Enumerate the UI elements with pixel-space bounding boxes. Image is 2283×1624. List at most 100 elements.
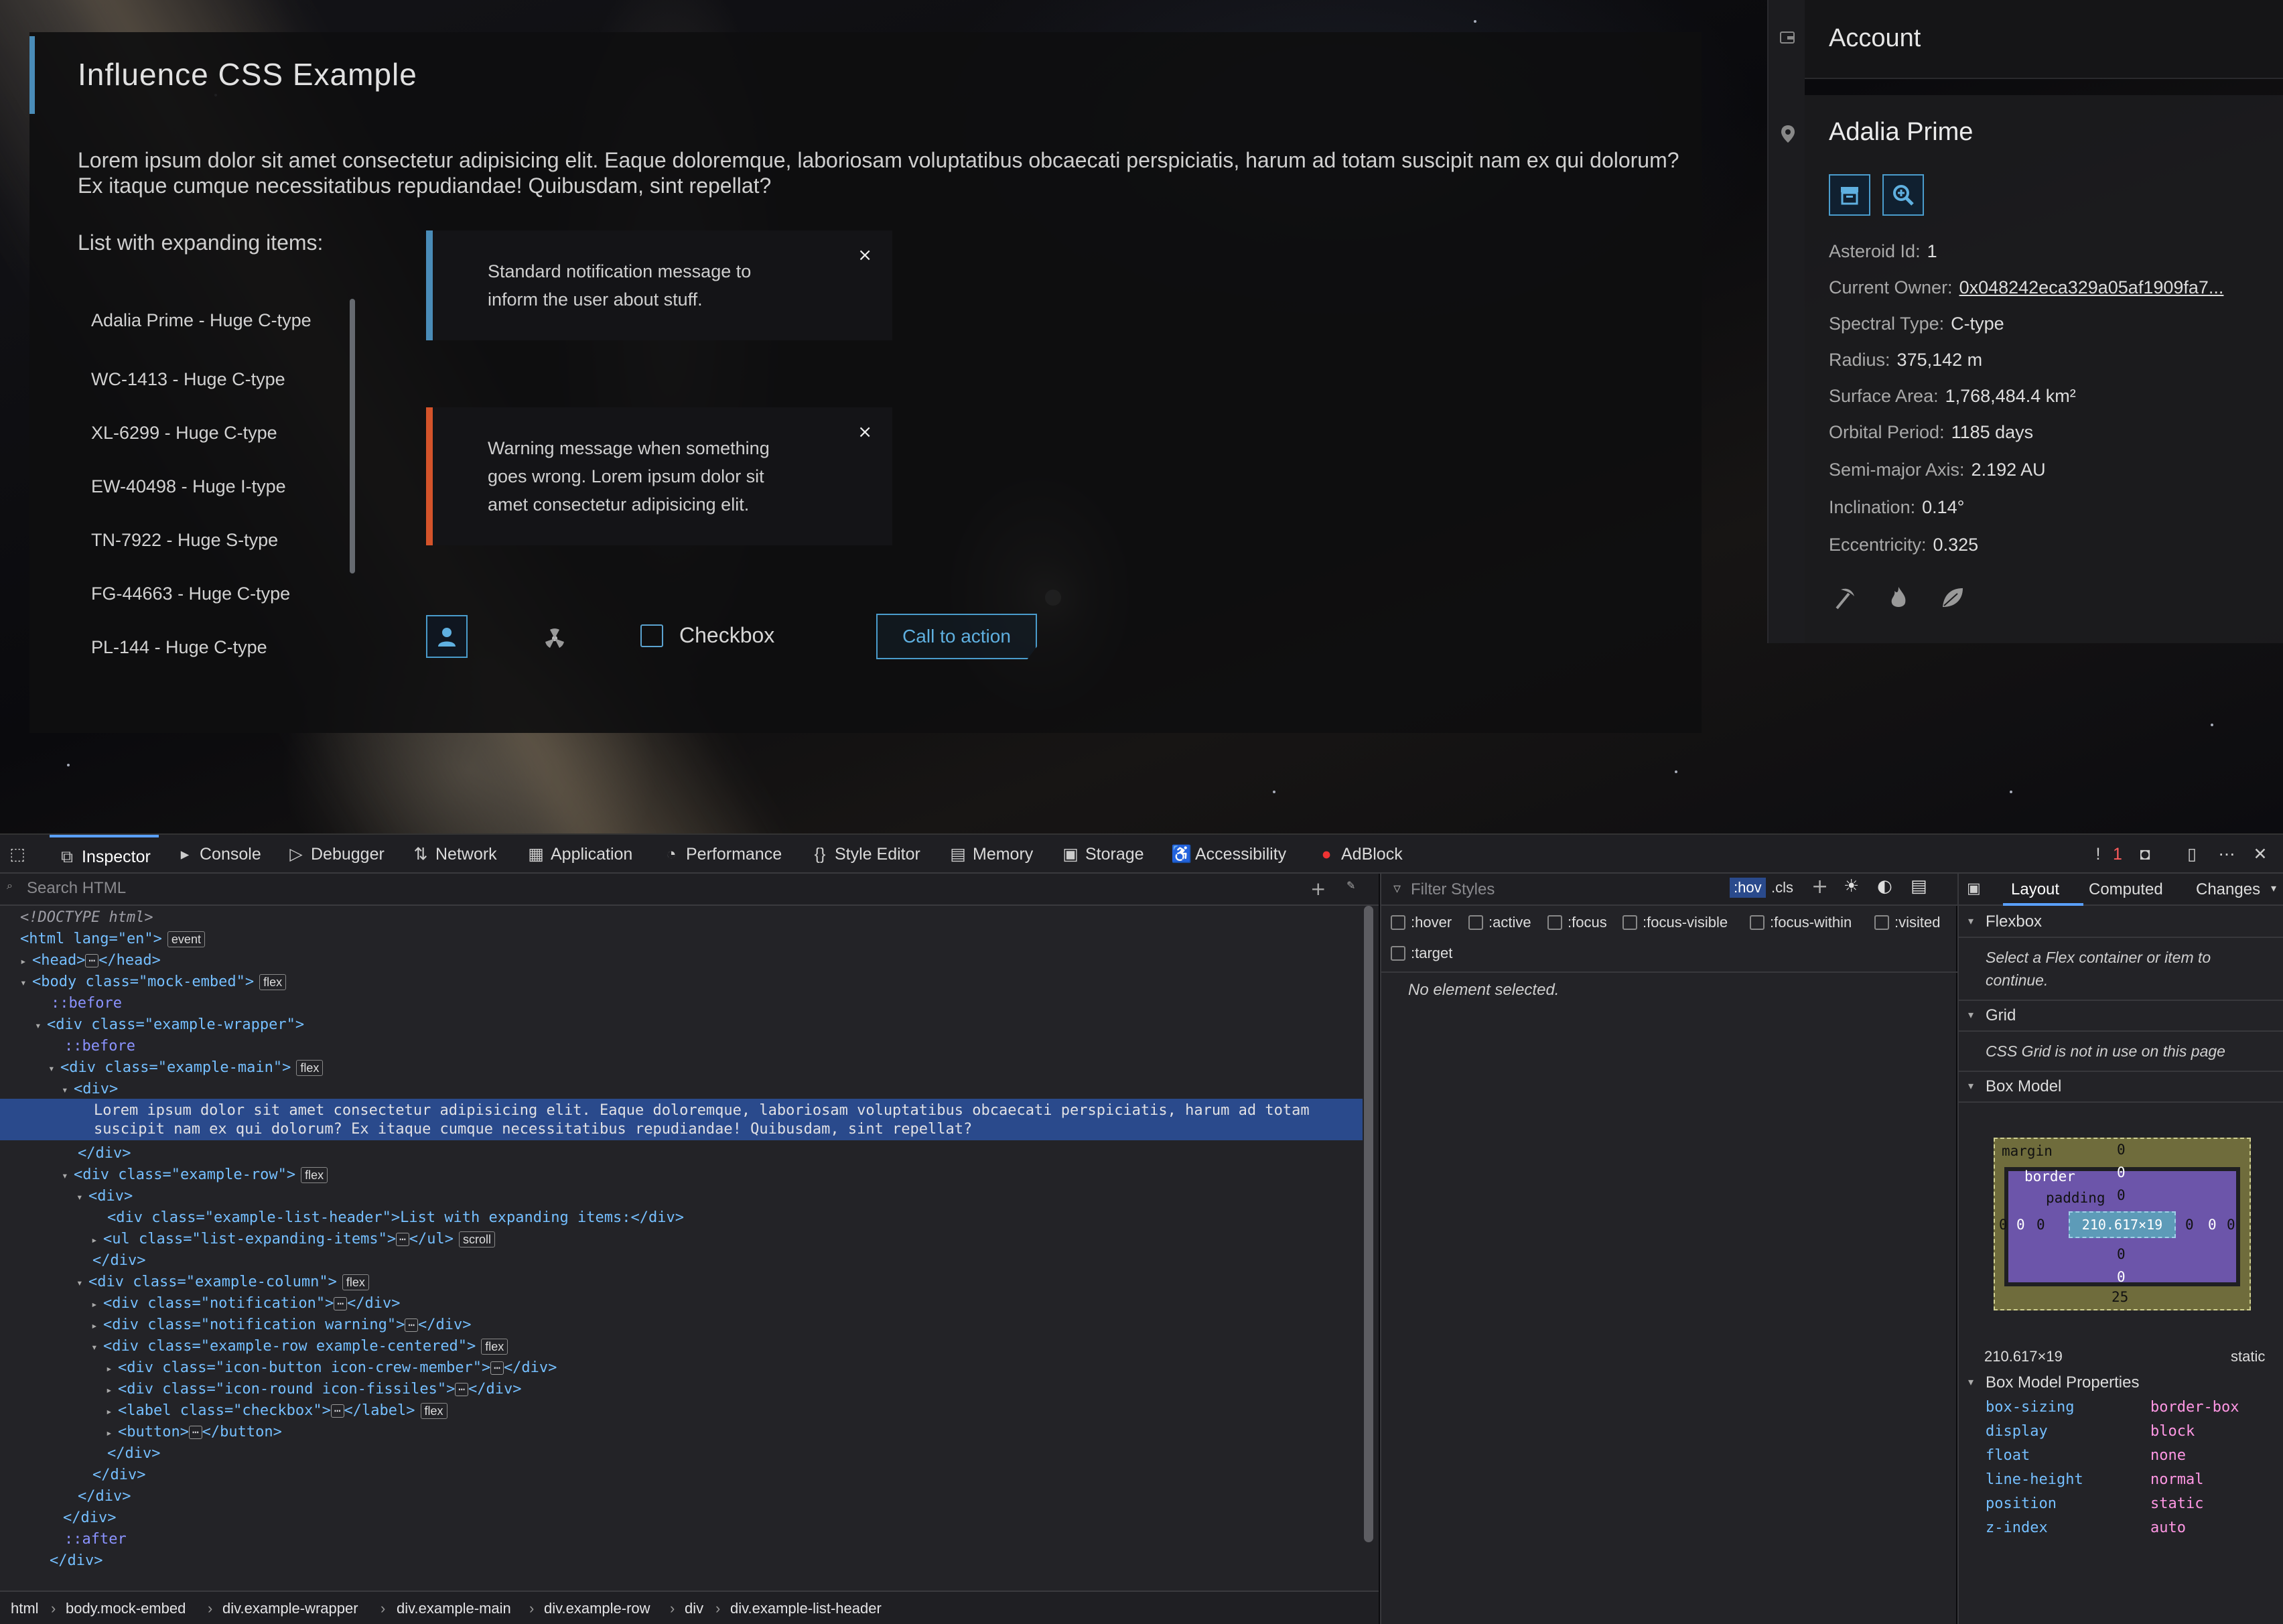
expanding-list[interactable]: Adalia Prime - Huge C-type WC-1413 - Hug… xyxy=(78,293,393,697)
collapsed-dots[interactable]: ⋯ xyxy=(490,1361,504,1375)
list-scrollbar[interactable] xyxy=(350,299,355,573)
tab-layout[interactable]: Layout xyxy=(2011,880,2059,899)
tree-row[interactable]: ::before xyxy=(64,1036,135,1057)
filter-styles-input[interactable]: Filter Styles xyxy=(1411,880,1495,899)
pseudo-class-focus[interactable]: :focus xyxy=(1547,914,1607,931)
list-item[interactable]: Adalia Prime - Huge C-type xyxy=(78,293,393,352)
tree-row[interactable]: ▾ <div class="example-row"> flex xyxy=(62,1164,328,1186)
expand-icon[interactable]: ▸ xyxy=(106,1358,118,1379)
tab-application[interactable]: ▦ Application xyxy=(527,835,632,874)
collapsed-dots[interactable]: ⋯ xyxy=(330,1404,344,1418)
tree-row[interactable]: </div> xyxy=(78,1143,131,1164)
pseudo-checkbox[interactable] xyxy=(1622,915,1637,930)
padding-bottom-value[interactable]: 0 xyxy=(2117,1246,2126,1262)
tree-row[interactable]: ▸ <div class="icon-button icon-crew-membe… xyxy=(106,1357,557,1379)
collapsed-dots[interactable]: ⋯ xyxy=(396,1233,409,1246)
expand-icon[interactable]: ▸ xyxy=(106,1422,118,1444)
add-rule-icon[interactable]: + xyxy=(1811,875,1828,898)
tab-computed[interactable]: Computed xyxy=(2089,880,2163,899)
pseudo-checkbox[interactable] xyxy=(1391,946,1405,961)
tab-style-editor[interactable]: {} Style Editor xyxy=(811,835,920,874)
breadcrumb-item[interactable]: div xyxy=(685,1600,703,1617)
pick-element-button[interactable]: ⬚ xyxy=(8,835,32,874)
collapsed-dots[interactable]: ⋯ xyxy=(85,954,99,967)
tree-row[interactable]: </div> xyxy=(78,1486,131,1507)
section-box-model[interactable]: ▾ Box Model xyxy=(1959,1072,2283,1103)
collapsed-dots[interactable]: ⋯ xyxy=(405,1318,418,1332)
collapse-icon[interactable]: ▾ xyxy=(76,1187,88,1208)
expand-icon[interactable]: ▸ xyxy=(20,951,32,972)
breadcrumb-item[interactable]: div.example-list-header xyxy=(730,1600,882,1617)
tab-changes[interactable]: Changes xyxy=(2196,880,2260,899)
tab-debugger[interactable]: ▷ Debugger xyxy=(287,835,384,874)
call-to-action-button[interactable]: Call to action xyxy=(876,614,1037,659)
collapsed-dots[interactable]: ⋯ xyxy=(188,1426,202,1439)
tab-accessibility[interactable]: ♿ Accessibility xyxy=(1171,835,1286,874)
section-grid[interactable]: ▾ Grid xyxy=(1959,1001,2283,1032)
list-item[interactable]: EW-40498 - Huge I-type xyxy=(78,460,393,513)
chevron-down-icon[interactable]: ▾ xyxy=(2271,882,2276,894)
tree-row[interactable]: ▸ <head> ⋯ </head> xyxy=(20,950,161,971)
more-button[interactable]: ⋯ xyxy=(2217,835,2241,874)
pseudo-class-active[interactable]: :active xyxy=(1468,914,1531,931)
location-pin-icon[interactable] xyxy=(1781,125,1795,143)
tree-row[interactable]: ▸ <button> ⋯ </button> xyxy=(106,1422,282,1443)
tree-row[interactable]: </div> xyxy=(63,1507,116,1529)
checkbox-box[interactable] xyxy=(640,624,663,647)
pseudo-checkbox[interactable] xyxy=(1874,915,1889,930)
tree-row[interactable]: ▸ <label class="checkbox"> ⋯ </label> flex xyxy=(106,1400,447,1422)
fissiles-icon[interactable] xyxy=(541,626,568,650)
pseudo-checkbox[interactable] xyxy=(1750,915,1765,930)
flex-badge[interactable]: flex xyxy=(301,1167,328,1183)
tree-row[interactable]: </div> xyxy=(50,1550,102,1572)
tree-row[interactable]: ▾ <div class="example-row example-centere… xyxy=(91,1336,508,1357)
margin-right-value[interactable]: 0 xyxy=(2227,1217,2235,1233)
pseudo-class-visited[interactable]: :visited xyxy=(1874,914,1940,931)
scroll-badge[interactable]: scroll xyxy=(458,1231,495,1247)
list-item[interactable]: XL-6299 - Huge C-type xyxy=(78,406,393,460)
tree-row[interactable]: ▸ <ul class="list-expanding-items"> ⋯ </ul>… xyxy=(91,1229,495,1250)
property-value[interactable]: normal xyxy=(2150,1471,2203,1488)
close-devtools-button[interactable]: ✕ xyxy=(2251,835,2275,874)
pseudo-class-target[interactable]: :target xyxy=(1391,945,1452,962)
breadcrumb-item[interactable]: div.example-wrapper xyxy=(222,1600,358,1617)
collapse-icon[interactable]: ▾ xyxy=(35,1015,47,1036)
print-media-icon[interactable]: ▤ xyxy=(1911,876,1927,896)
tab-performance[interactable]: ◔ Performance xyxy=(662,835,782,874)
search-html-bar[interactable]: ⌕ Search HTML + ✎ xyxy=(0,874,1379,906)
tree-row-selected[interactable]: suscipit nam ex qui dolorum? Ex itaque c… xyxy=(94,1119,972,1140)
flex-badge[interactable]: flex xyxy=(296,1060,324,1076)
collapsed-dots[interactable]: ⋯ xyxy=(334,1297,348,1310)
collapse-icon[interactable]: ▾ xyxy=(48,1058,60,1079)
property-value[interactable]: static xyxy=(2150,1495,2203,1512)
fire-icon[interactable] xyxy=(1885,584,1912,611)
margin-top-value[interactable]: 0 xyxy=(2117,1142,2126,1158)
pseudo-checkbox[interactable] xyxy=(1468,915,1483,930)
collapse-icon[interactable]: ▾ xyxy=(62,1079,74,1101)
collapsed-dots[interactable]: ⋯ xyxy=(455,1383,468,1396)
tab-memory[interactable]: ▤ Memory xyxy=(949,835,1033,874)
collapse-icon[interactable]: ▾ xyxy=(76,1272,88,1294)
list-item[interactable]: PL-144 - Huge C-type xyxy=(78,620,393,674)
collapse-icon[interactable]: ▾ xyxy=(62,1165,74,1187)
property-value[interactable]: block xyxy=(2150,1423,2195,1440)
tree-row[interactable]: ▸ <div class="notification warning"> ⋯ </di… xyxy=(91,1314,471,1336)
tree-row[interactable]: ▸ <div class="notification"> ⋯ </div> xyxy=(91,1293,401,1314)
breadcrumb-item[interactable]: body.mock-embed xyxy=(66,1600,186,1617)
wallet-icon[interactable] xyxy=(1779,29,1795,46)
tree-row[interactable]: <html lang="en"> event xyxy=(20,929,205,950)
account-header[interactable]: Account xyxy=(1805,0,2283,79)
tree-row[interactable]: </div> xyxy=(107,1443,160,1465)
markup-scrollbar[interactable] xyxy=(1364,906,1373,1542)
add-node-icon[interactable]: + xyxy=(1310,878,1326,900)
property-value[interactable]: auto xyxy=(2150,1519,2186,1536)
tree-row[interactable]: <div class="example-list-header">List wi… xyxy=(107,1207,684,1229)
section-box-model-properties[interactable]: ▾ Box Model Properties xyxy=(1959,1368,2283,1399)
margin-bottom-value[interactable]: 25 xyxy=(2112,1289,2128,1305)
pseudo-class-hover[interactable]: :hover xyxy=(1391,914,1452,931)
error-count[interactable]: ! 1 xyxy=(2089,835,2122,874)
padding-top-value[interactable]: 0 xyxy=(2117,1187,2126,1203)
expand-icon[interactable]: ▸ xyxy=(106,1379,118,1401)
eyedropper-icon[interactable]: ✎ xyxy=(1346,879,1355,892)
margin-left-value[interactable]: 0 xyxy=(1999,1217,2008,1233)
